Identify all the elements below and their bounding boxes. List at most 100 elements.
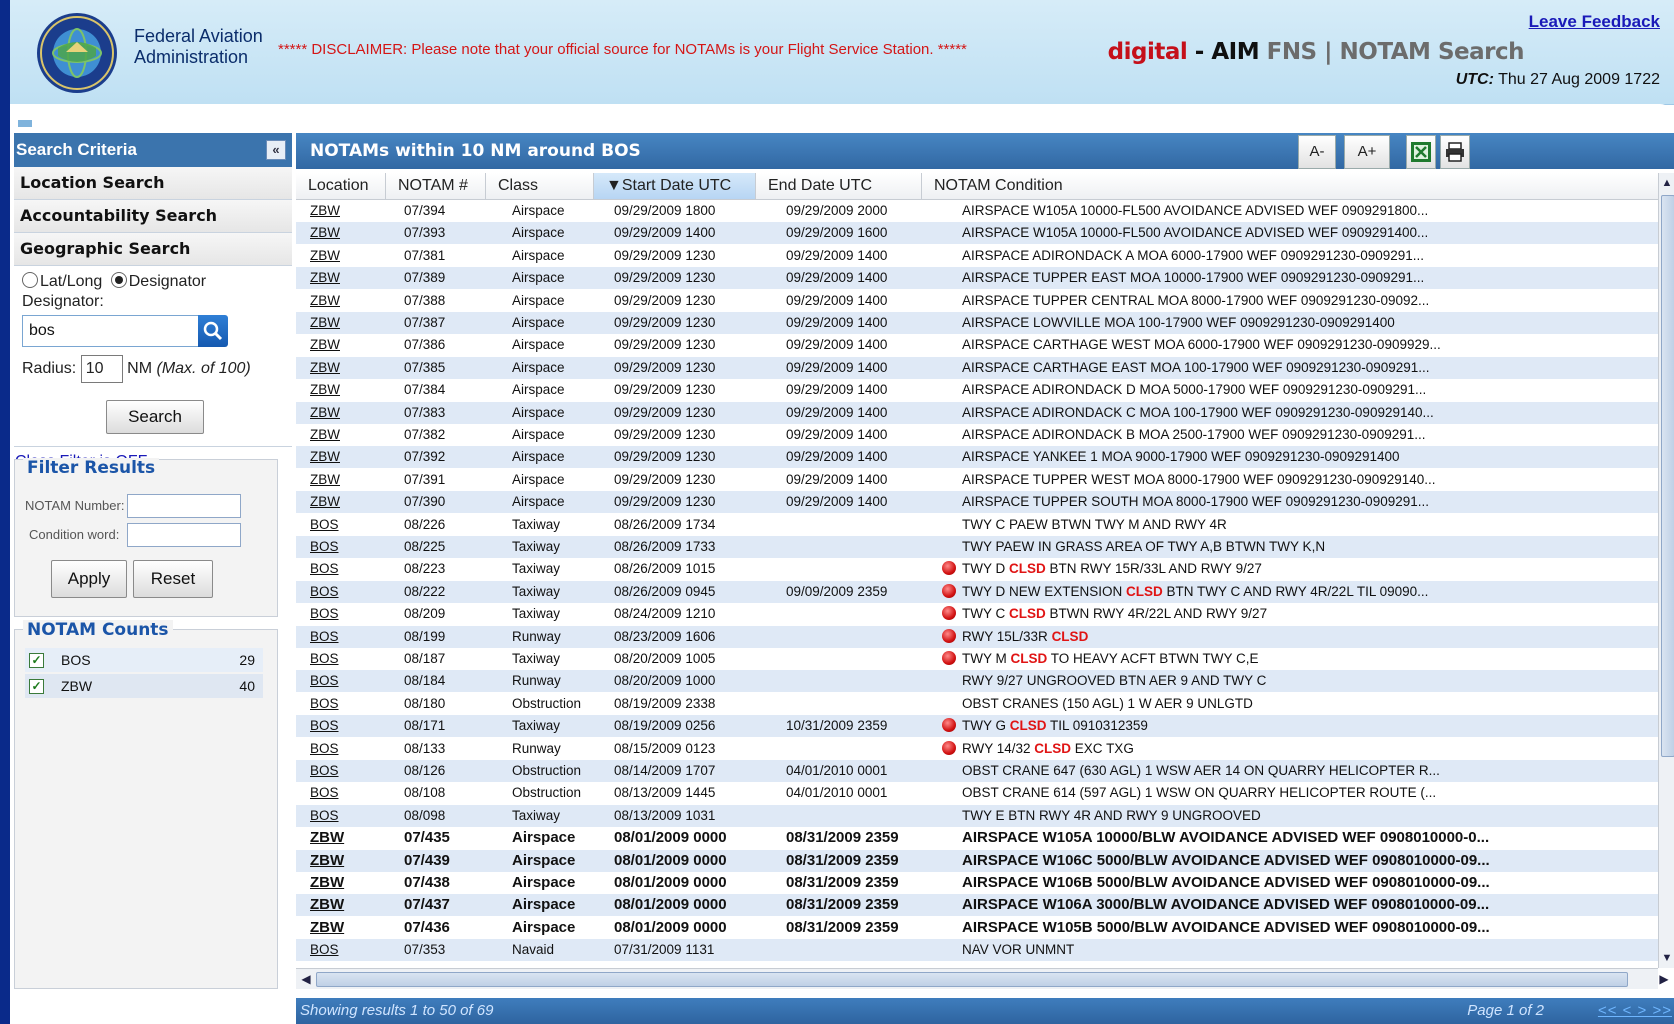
table-row[interactable]: ZBW 07/388 Airspace 09/29/2009 1230 09/29/20… [296, 290, 1658, 312]
count-row-bos[interactable]: ✓ BOS 29 [25, 648, 263, 672]
location-link[interactable]: BOS [310, 648, 370, 670]
table-row[interactable]: BOS 08/222 Taxiway 08/26/2009 0945 09/09/200… [296, 580, 1658, 603]
table-row[interactable]: BOS 08/180 Obstruction 08/19/2009 2338 OBST … [296, 693, 1658, 715]
table-row[interactable]: ZBW 07/391 Airspace 09/29/2009 1230 09/29/20… [296, 469, 1658, 491]
location-link[interactable]: BOS [310, 514, 370, 536]
radius-input[interactable]: 10 [80, 355, 123, 383]
location-link[interactable]: ZBW [310, 850, 370, 872]
designator-lookup-button[interactable] [198, 315, 228, 347]
location-link[interactable]: ZBW [310, 290, 370, 312]
checkbox-checked-icon[interactable]: ✓ [29, 653, 44, 668]
notam-number-input[interactable] [127, 494, 241, 518]
table-row[interactable]: ZBW 07/390 Airspace 09/29/2009 1230 09/29/20… [296, 491, 1658, 514]
table-row[interactable]: ZBW 07/436 Airspace 08/01/2009 0000 08/31/20… [296, 917, 1658, 939]
condition-word-input[interactable] [127, 523, 241, 547]
horizontal-scroll-thumb[interactable] [316, 972, 1628, 987]
location-link[interactable]: BOS [310, 760, 370, 782]
table-row[interactable]: ZBW 07/394 Airspace 09/29/2009 1800 09/29/20… [296, 200, 1658, 222]
location-link[interactable]: BOS [310, 626, 370, 648]
table-row[interactable]: BOS 08/225 Taxiway 08/26/2009 1733 TWY PAEW … [296, 536, 1658, 558]
table-row[interactable]: ZBW 07/381 Airspace 09/29/2009 1230 09/29/20… [296, 245, 1658, 267]
geographic-search-section[interactable]: Geographic Search [14, 233, 292, 266]
location-link[interactable]: BOS [310, 715, 370, 737]
location-link[interactable]: BOS [310, 581, 370, 603]
table-row[interactable]: BOS 08/226 Taxiway 08/26/2009 1734 TWY C PAE… [296, 514, 1658, 536]
location-link[interactable]: ZBW [310, 379, 370, 401]
location-link[interactable]: ZBW [310, 917, 370, 939]
export-excel-button[interactable] [1406, 135, 1436, 169]
location-link[interactable]: ZBW [310, 491, 370, 513]
location-search-section[interactable]: Location Search [14, 167, 292, 200]
location-link[interactable]: ZBW [310, 200, 370, 222]
col-start-date[interactable]: ▼Start Date UTC [594, 173, 756, 199]
location-link[interactable]: ZBW [310, 245, 370, 267]
checkbox-checked-icon[interactable]: ✓ [29, 679, 44, 694]
table-row[interactable]: BOS 08/126 Obstruction 08/14/2009 1707 04/01… [296, 760, 1658, 782]
table-row[interactable]: ZBW 07/387 Airspace 09/29/2009 1230 09/29/20… [296, 312, 1658, 334]
scroll-right-arrow-icon[interactable]: ▶ [1656, 971, 1672, 987]
table-row[interactable]: ZBW 07/384 Airspace 09/29/2009 1230 09/29/20… [296, 379, 1658, 401]
table-row[interactable]: ZBW 07/386 Airspace 09/29/2009 1230 09/29/20… [296, 334, 1658, 356]
table-row[interactable]: BOS 08/108 Obstruction 08/13/2009 1445 04/01… [296, 782, 1658, 804]
table-row[interactable]: ZBW 07/439 Airspace 08/01/2009 0000 08/31/20… [296, 849, 1658, 872]
location-link[interactable]: BOS [310, 693, 370, 715]
location-link[interactable]: BOS [310, 805, 370, 827]
col-notam-condition[interactable]: NOTAM Condition [922, 173, 1658, 199]
table-row[interactable]: BOS 08/187 Taxiway 08/20/2009 1005 TWY M CLS… [296, 648, 1658, 670]
table-row[interactable]: ZBW 07/393 Airspace 09/29/2009 1400 09/29/20… [296, 222, 1658, 245]
location-link[interactable]: ZBW [310, 827, 370, 849]
designator-radio[interactable] [110, 272, 127, 288]
search-button[interactable]: Search [106, 400, 204, 434]
leave-feedback-link[interactable]: Leave Feedback [1529, 12, 1660, 32]
table-row[interactable]: BOS 08/171 Taxiway 08/19/2009 0256 10/31/200… [296, 715, 1658, 738]
reset-button[interactable]: Reset [133, 560, 213, 598]
location-link[interactable]: ZBW [310, 446, 370, 468]
table-row[interactable]: ZBW 07/438 Airspace 08/01/2009 0000 08/31/20… [296, 872, 1658, 894]
col-notam-number[interactable]: NOTAM # [386, 173, 486, 199]
location-link[interactable]: ZBW [310, 872, 370, 894]
latlong-radio[interactable] [22, 272, 38, 288]
accountability-search-section[interactable]: Accountability Search [14, 200, 292, 233]
location-link[interactable]: ZBW [310, 894, 370, 916]
table-row[interactable]: BOS 08/098 Taxiway 08/13/2009 1031 TWY E BTN… [296, 804, 1658, 827]
location-link[interactable]: ZBW [310, 424, 370, 446]
table-row[interactable]: ZBW 07/389 Airspace 09/29/2009 1230 09/29/20… [296, 267, 1658, 290]
location-link[interactable]: BOS [310, 670, 370, 692]
table-row[interactable]: ZBW 07/437 Airspace 08/01/2009 0000 08/31/20… [296, 894, 1658, 917]
table-row[interactable]: BOS 08/184 Runway 08/20/2009 1000 RWY 9/27 U… [296, 670, 1658, 693]
print-button[interactable] [1440, 135, 1470, 169]
location-link[interactable]: BOS [310, 558, 370, 580]
location-link[interactable]: ZBW [310, 402, 370, 424]
collapse-sidebar-button[interactable]: « [266, 140, 286, 160]
designator-input[interactable]: bos [22, 315, 200, 347]
table-row[interactable]: ZBW 07/383 Airspace 09/29/2009 1230 09/29/20… [296, 401, 1658, 424]
vertical-scrollbar[interactable]: ▲ ▼ [1658, 173, 1674, 968]
table-row[interactable]: ZBW 07/382 Airspace 09/29/2009 1230 09/29/20… [296, 424, 1658, 446]
count-row-zbw[interactable]: ✓ ZBW 40 [25, 674, 263, 698]
col-end-date[interactable]: End Date UTC [756, 173, 922, 199]
col-location[interactable]: Location [296, 173, 386, 199]
horizontal-scrollbar[interactable]: ◀ ▶ [296, 968, 1669, 989]
location-link[interactable]: ZBW [310, 334, 370, 356]
location-link[interactable]: ZBW [310, 267, 370, 289]
table-row[interactable]: BOS 08/199 Runway 08/23/2009 1606 RWY 15L/33… [296, 625, 1658, 648]
table-row[interactable]: BOS 08/133 Runway 08/15/2009 0123 RWY 14/32 … [296, 738, 1658, 760]
font-larger-button[interactable]: A+ [1344, 135, 1390, 169]
scroll-down-arrow-icon[interactable]: ▼ [1660, 950, 1674, 966]
location-link[interactable]: ZBW [310, 312, 370, 334]
apply-button[interactable]: Apply [51, 560, 127, 598]
scroll-up-arrow-icon[interactable]: ▲ [1660, 175, 1674, 191]
pagination-links[interactable]: << < > >> [1598, 998, 1672, 1024]
table-row[interactable]: ZBW 07/385 Airspace 09/29/2009 1230 09/29/20… [296, 356, 1658, 379]
location-link[interactable]: ZBW [310, 469, 370, 491]
location-link[interactable]: BOS [310, 939, 370, 961]
font-smaller-button[interactable]: A- [1298, 135, 1336, 169]
table-row[interactable]: BOS 08/223 Taxiway 08/26/2009 1015 TWY D CLS… [296, 558, 1658, 580]
location-link[interactable]: ZBW [310, 222, 370, 244]
location-link[interactable]: BOS [310, 782, 370, 804]
vertical-scroll-thumb[interactable] [1661, 195, 1674, 757]
table-row[interactable]: BOS 08/209 Taxiway 08/24/2009 1210 TWY C CLS… [296, 603, 1658, 625]
location-link[interactable]: BOS [310, 738, 370, 760]
location-link[interactable]: BOS [310, 603, 370, 625]
table-row[interactable]: ZBW 07/435 Airspace 08/01/2009 0000 08/31/20… [296, 827, 1658, 849]
